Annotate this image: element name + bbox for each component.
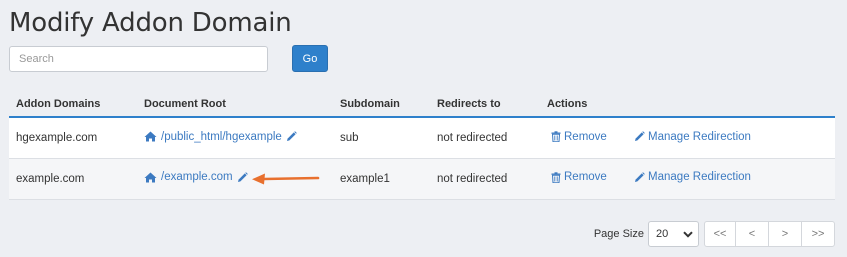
column-header-document-root[interactable]: Document Root — [137, 91, 333, 118]
redirects-cell: not redirected — [430, 117, 540, 159]
page-size-label: Page Size — [593, 228, 644, 240]
pagination: Page Size 20 << < > >> — [594, 221, 835, 247]
pencil-icon — [635, 171, 645, 182]
manage-redirection-button[interactable]: Manage Redirection — [634, 171, 751, 183]
trash-icon — [551, 131, 561, 142]
document-root-link[interactable]: /example.com — [161, 171, 233, 183]
last-page-button[interactable]: >> — [801, 221, 835, 247]
home-icon[interactable] — [144, 131, 157, 142]
domain-cell: example.com — [9, 158, 137, 200]
column-header-actions: Actions — [540, 91, 835, 118]
pencil-icon[interactable] — [286, 131, 297, 142]
column-header-subdomain[interactable]: Subdomain — [333, 91, 430, 118]
table-row: hgexample.com /public_html/hgexample sub… — [9, 117, 835, 159]
document-root-cell: /public_html/hgexample — [137, 117, 333, 159]
addon-domains-table: Addon Domains Document Root Subdomain Re… — [9, 91, 835, 200]
redirects-cell: not redirected — [430, 158, 540, 200]
pencil-icon[interactable] — [237, 171, 248, 183]
first-page-button[interactable]: << — [704, 221, 736, 247]
domain-cell: hgexample.com — [9, 117, 137, 159]
manage-redirection-label: Manage Redirection — [648, 130, 751, 143]
previous-page-button[interactable]: < — [735, 221, 769, 247]
page-size-value: 20 — [656, 228, 669, 240]
manage-redirection-button[interactable]: Manage Redirection — [634, 131, 751, 143]
table-row: example.com /example.com example1 not re… — [9, 158, 835, 200]
column-header-addon-domains[interactable]: Addon Domains — [9, 91, 137, 118]
actions-cell: Remove Manage Redirection — [540, 158, 835, 200]
annotation-arrow — [252, 173, 320, 185]
pencil-icon — [635, 131, 645, 141]
next-page-button[interactable]: > — [768, 221, 802, 247]
trash-icon — [551, 172, 561, 183]
actions-cell: Remove Manage Redirection — [540, 117, 835, 159]
remove-label: Remove — [564, 130, 607, 143]
manage-redirection-label: Manage Redirection — [648, 171, 751, 184]
go-button[interactable]: Go — [292, 45, 328, 72]
subdomain-cell: example1 — [333, 158, 430, 200]
column-header-redirects-to[interactable]: Redirects to — [430, 91, 540, 118]
page-size-select[interactable]: 20 — [648, 221, 699, 247]
remove-label: Remove — [564, 171, 607, 184]
subdomain-cell: sub — [333, 117, 430, 159]
remove-button[interactable]: Remove — [551, 131, 607, 143]
search-input[interactable] — [9, 46, 268, 72]
home-icon[interactable] — [144, 172, 157, 183]
document-root-link[interactable]: /public_html/hgexample — [161, 131, 282, 143]
chevron-down-icon — [683, 230, 693, 238]
remove-button[interactable]: Remove — [551, 171, 607, 183]
page-title: Modify Addon Domain — [9, 8, 292, 38]
table-header-row: Addon Domains Document Root Subdomain Re… — [9, 91, 835, 118]
